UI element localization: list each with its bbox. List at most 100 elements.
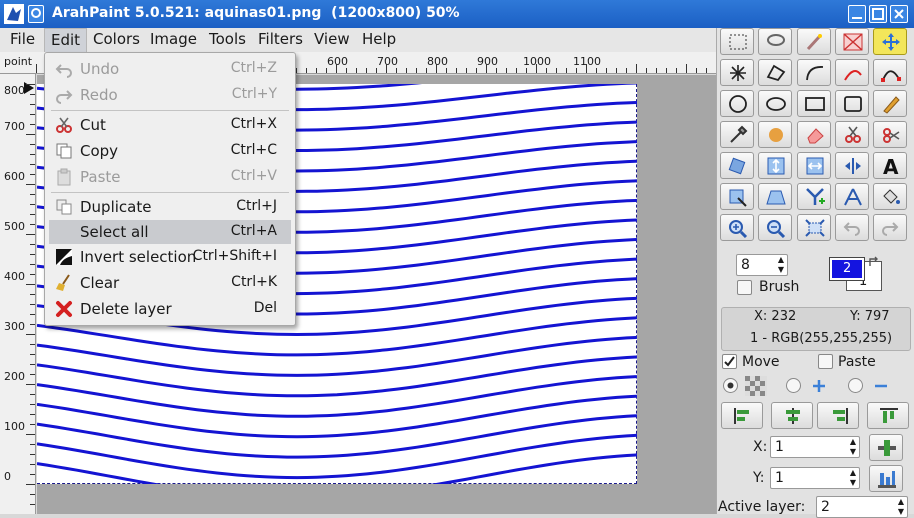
menu-item-invert-selection[interactable]: Invert selection Ctrl+Shift+I xyxy=(49,245,291,269)
warp-button[interactable] xyxy=(835,183,869,210)
undo-tool-button[interactable] xyxy=(835,214,869,241)
menu-edit[interactable]: Edit xyxy=(44,28,88,52)
move-checkbox[interactable] xyxy=(722,354,737,369)
redo-tool-icon xyxy=(882,222,899,236)
offset-y-stepper[interactable]: 1 ▲ ▼ xyxy=(770,467,860,489)
rectangle-button[interactable] xyxy=(797,90,831,117)
ruler-tick xyxy=(26,234,35,235)
active-layer-stepper[interactable]: 2 ▲ ▼ xyxy=(816,496,908,518)
menu-tools[interactable]: Tools xyxy=(203,28,252,52)
menu-colors[interactable]: Colors xyxy=(87,28,146,52)
redo-tool-button[interactable] xyxy=(873,214,907,241)
starburst-button[interactable] xyxy=(720,59,754,86)
menu-view[interactable]: View xyxy=(308,28,356,52)
transform-button[interactable] xyxy=(720,183,754,210)
menu-item-delete-layer[interactable]: Delete layer Del xyxy=(49,297,291,321)
mirror-button[interactable] xyxy=(835,152,869,179)
menu-item-cut[interactable]: Cut Ctrl+X xyxy=(49,113,291,137)
text-tool-button[interactable]: A xyxy=(873,152,907,179)
swap-colors-icon[interactable] xyxy=(867,255,881,269)
menu-item-paste[interactable]: Paste Ctrl+V xyxy=(49,165,291,189)
stepper-arrows-icon[interactable]: ▲ ▼ xyxy=(850,468,856,488)
vertical-ruler[interactable]: 800 700 600 500 400 300 200 100 0 xyxy=(0,74,36,514)
eyedropper-button[interactable] xyxy=(720,121,754,148)
crop-button[interactable] xyxy=(835,28,869,55)
ruler-tick xyxy=(30,254,35,255)
window-menu-button[interactable] xyxy=(28,5,44,23)
clone-scissors-button[interactable] xyxy=(835,121,869,148)
menu-item-redo[interactable]: Redo Ctrl+Y xyxy=(49,83,291,107)
perspective-button[interactable] xyxy=(758,183,792,210)
heal-button[interactable] xyxy=(873,121,907,148)
ellipse-icon xyxy=(729,95,747,113)
zoom-fit-button[interactable] xyxy=(797,214,831,241)
menu-help[interactable]: Help xyxy=(356,28,402,52)
lasso-button[interactable] xyxy=(758,28,792,55)
polygon-lasso-button[interactable] xyxy=(758,59,792,86)
cursor-y-readout: Y: 797 xyxy=(850,309,890,324)
menu-item-copy[interactable]: Copy Ctrl+C xyxy=(49,139,291,163)
stepper-arrows-icon[interactable]: ▲ ▼ xyxy=(778,255,784,275)
distribute-vertical-button[interactable] xyxy=(869,465,903,492)
fill-bucket-button[interactable] xyxy=(873,183,907,210)
brush-checkbox[interactable] xyxy=(737,280,752,295)
distribute-horizontal-button[interactable] xyxy=(869,434,903,461)
menu-item-duplicate[interactable]: Duplicate Ctrl+J xyxy=(49,195,291,219)
magic-wand-button[interactable] xyxy=(797,28,831,55)
oval-button[interactable] xyxy=(758,90,792,117)
flip-horizontal-button[interactable] xyxy=(797,152,831,179)
flip-vertical-button[interactable] xyxy=(758,152,792,179)
ruler-label: 600 xyxy=(4,170,25,183)
ruler-tick xyxy=(30,494,35,495)
curve-button[interactable] xyxy=(797,59,831,86)
subtract-mode-radio[interactable] xyxy=(848,378,863,393)
pencil-button[interactable] xyxy=(873,90,907,117)
undo-icon xyxy=(55,64,72,78)
bezier-red-button[interactable] xyxy=(835,59,869,86)
gradient-button[interactable] xyxy=(758,121,792,148)
rotate-button[interactable] xyxy=(720,152,754,179)
brush-size-stepper[interactable]: 8 ▲ ▼ xyxy=(736,254,788,276)
align-right-button[interactable] xyxy=(817,402,859,429)
stepper-arrows-icon[interactable]: ▲ ▼ xyxy=(850,437,856,457)
transparency-checker-icon xyxy=(745,376,767,396)
merge-button[interactable] xyxy=(797,183,831,210)
ruler-tick xyxy=(626,68,627,73)
eraser-button[interactable] xyxy=(797,121,831,148)
bezier-red-icon xyxy=(844,70,862,81)
transparent-mode-radio[interactable] xyxy=(723,378,738,393)
mirror-icon xyxy=(845,158,861,174)
rect-select-button[interactable] xyxy=(720,28,754,55)
menu-filters[interactable]: Filters xyxy=(252,28,309,52)
bezier-path-button[interactable] xyxy=(873,59,907,86)
maximize-button[interactable] xyxy=(869,5,887,23)
zoom-out-icon xyxy=(767,220,786,238)
ruler-tick xyxy=(30,314,35,315)
menu-item-select-all[interactable]: Select all Ctrl+A xyxy=(49,220,291,244)
offset-x-stepper[interactable]: 1 ▲ ▼ xyxy=(770,436,860,458)
menu-file[interactable]: File xyxy=(4,28,41,52)
zoom-in-button[interactable] xyxy=(720,214,754,241)
align-center-button[interactable] xyxy=(771,402,813,429)
menu-item-undo[interactable]: Undo Ctrl+Z xyxy=(49,57,291,81)
ellipse-button[interactable] xyxy=(720,90,754,117)
menu-image[interactable]: Image xyxy=(144,28,203,52)
cursor-x-readout: X: 232 xyxy=(754,309,797,324)
minimize-button[interactable] xyxy=(848,5,866,23)
zoom-out-button[interactable] xyxy=(758,214,792,241)
ruler-tick xyxy=(30,324,35,325)
align-left-button[interactable] xyxy=(721,402,763,429)
move-tool-button[interactable] xyxy=(873,28,907,55)
align-top-button[interactable] xyxy=(867,402,909,429)
rounded-rect-button[interactable] xyxy=(835,90,869,117)
add-mode-radio[interactable] xyxy=(786,378,801,393)
close-button[interactable] xyxy=(890,5,908,23)
ruler-unit-label: point xyxy=(4,55,33,68)
ruler-tick xyxy=(476,68,477,73)
paste-checkbox[interactable] xyxy=(818,354,833,369)
ruler-label: 600 xyxy=(327,55,348,68)
primary-color-swatch[interactable]: 2 xyxy=(829,257,865,281)
stepper-arrows-icon[interactable]: ▲ ▼ xyxy=(898,497,904,517)
polygon-lasso-icon xyxy=(766,64,786,82)
menu-item-clear[interactable]: Clear Ctrl+K xyxy=(49,271,291,295)
